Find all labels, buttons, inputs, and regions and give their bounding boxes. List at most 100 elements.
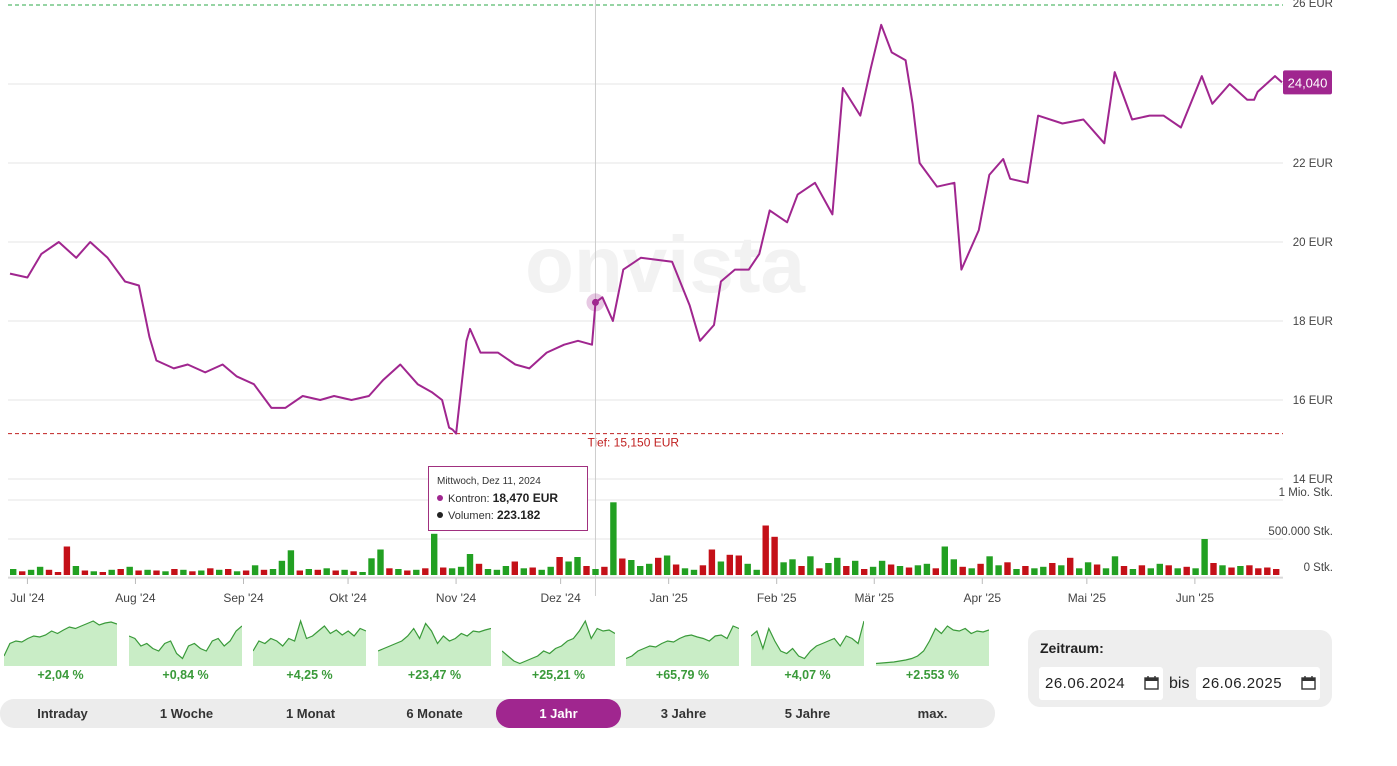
sparkline-chart — [876, 625, 989, 666]
sparkline-area — [4, 621, 117, 666]
volume-bar — [27, 569, 35, 575]
volume-bar — [171, 569, 178, 575]
volume-bar — [314, 569, 321, 575]
zeitraum-label: Zeitraum: — [1040, 640, 1104, 656]
sparkline-1-woche[interactable] — [129, 612, 242, 668]
volume-bar — [574, 557, 581, 575]
volume-bar — [54, 572, 62, 575]
volume-bar — [941, 546, 948, 575]
volume-bar — [968, 568, 975, 575]
range-button-1-monat[interactable]: 1 Monat — [248, 699, 373, 728]
volume-bar — [198, 570, 205, 575]
volume-bar — [1013, 569, 1020, 575]
range-button-intraday[interactable]: Intraday — [0, 699, 125, 728]
volume-bar — [404, 570, 411, 575]
sparkline-6-monate[interactable] — [378, 612, 491, 668]
volume-bar — [753, 569, 760, 575]
sparkline-chart — [751, 620, 864, 666]
sparkline-1-jahr[interactable] — [502, 612, 615, 668]
volume-bar — [529, 567, 536, 575]
volume-bar — [431, 533, 438, 575]
volume-bar — [592, 569, 599, 575]
y-tick-label: 14 EUR — [1293, 474, 1333, 486]
volume-bar — [332, 570, 339, 575]
volume-bar — [1120, 566, 1128, 575]
volume-bar — [1174, 568, 1181, 575]
volume-bar — [708, 549, 716, 575]
volume-bar — [520, 568, 527, 575]
volume-bar — [861, 569, 868, 575]
date-from-input[interactable]: 26.06.2024 — [1039, 667, 1163, 700]
volume-bar — [440, 567, 447, 575]
volume-bar — [1237, 566, 1244, 575]
volume-bar — [278, 560, 286, 575]
calendar-icon[interactable] — [1144, 676, 1159, 690]
volume-bar — [807, 556, 814, 576]
calendar-icon[interactable] — [1301, 676, 1316, 690]
x-tick-label: Feb '25 — [757, 591, 797, 605]
volume-bar — [475, 563, 483, 575]
volume-bar — [90, 571, 97, 575]
volume-bar — [448, 568, 456, 575]
volume-bar — [216, 569, 223, 575]
volume-bar — [1102, 568, 1110, 575]
volume-bar — [959, 566, 966, 576]
volume-bar — [1022, 566, 1029, 575]
volume-bar — [350, 571, 357, 575]
tooltip-date: Mittwoch, Dez 11, 2024 — [437, 476, 541, 487]
sparkline-area — [751, 621, 864, 666]
sparkline-max-[interactable] — [876, 612, 989, 668]
volume-bar — [834, 557, 841, 576]
volume-bar — [162, 571, 169, 575]
volume-tick-label: 0 Stk. — [1304, 562, 1333, 574]
volume-bar — [672, 564, 680, 575]
sparkline-3-jahre[interactable] — [626, 612, 739, 668]
range-button-5-jahre[interactable]: 5 Jahre — [745, 699, 870, 728]
volume-bar — [1138, 565, 1146, 576]
range-button-3-jahre[interactable]: 3 Jahre — [621, 699, 746, 728]
volume-bar — [359, 572, 366, 575]
volume-tick-label: 1 Mio. Stk. — [1279, 487, 1333, 499]
sparkline-change: +4,25 % — [286, 668, 333, 682]
range-button-1-woche[interactable]: 1 Woche — [124, 699, 249, 728]
volume-bar — [1183, 566, 1190, 576]
volume-bar — [1129, 569, 1137, 575]
volume-bar — [986, 556, 993, 576]
sparkline-change: +4,07 % — [784, 668, 831, 682]
x-tick-label: Mai '25 — [1068, 591, 1107, 605]
date-to-input[interactable]: 26.06.2025 — [1196, 667, 1320, 700]
sparkline-change: +23,47 % — [407, 668, 462, 682]
last-price-label: 24,040 — [1288, 75, 1328, 90]
volume-bar — [932, 568, 939, 575]
sparkline-1-monat[interactable] — [253, 612, 366, 668]
volume-bar — [762, 525, 769, 575]
range-button-1-jahr[interactable]: 1 Jahr — [496, 699, 621, 728]
volume-bar — [547, 566, 554, 576]
volume-bar — [45, 569, 53, 575]
sparkline-intraday[interactable] — [4, 612, 117, 668]
sparkline-5-jahre[interactable] — [751, 612, 864, 668]
volume-bar — [798, 566, 805, 575]
volume-bar — [484, 569, 492, 575]
volume-bar — [260, 569, 268, 575]
x-tick-label: Apr '25 — [963, 591, 1001, 605]
volume-bar — [189, 571, 196, 575]
y-tick-label: 22 EUR — [1293, 158, 1333, 170]
volume-bar — [1201, 539, 1208, 575]
sparkline-change: +2,04 % — [37, 668, 84, 682]
volume-bar — [466, 554, 474, 575]
volume-bar — [19, 571, 26, 575]
volume-bar — [10, 569, 17, 575]
volume-bar — [1111, 556, 1119, 576]
volume-bar — [1210, 563, 1217, 575]
x-tick-label: Sep '24 — [223, 591, 264, 605]
volume-bar — [717, 561, 725, 575]
range-button-max[interactable]: max. — [870, 699, 995, 728]
volume-bar — [1228, 567, 1235, 575]
range-button-6-monate[interactable]: 6 Monate — [372, 699, 497, 728]
volume-bar — [538, 569, 545, 575]
volume-bar — [1165, 565, 1172, 576]
tooltip-price-label: Kontron: — [448, 493, 490, 505]
volume-bar — [251, 565, 259, 576]
price-chart[interactable]: onvista Tief: 15,150 EUR 14 EUR16 EUR18 … — [0, 0, 1397, 612]
